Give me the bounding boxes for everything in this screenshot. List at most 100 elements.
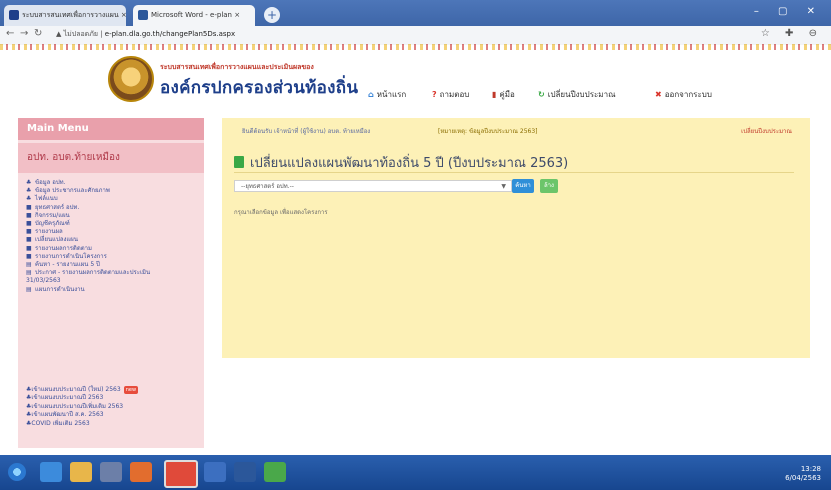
insecure-warning-icon: ▲ (56, 30, 64, 38)
strategy-select-value: --ยุทธศาสตร์ อปท.-- (241, 183, 294, 190)
nav-faq[interactable]: ? ถามตอบ (432, 88, 469, 101)
fiscal-year-note: [หมายเหตุ: ข้อมูลปีงบประมาณ 2563] (438, 128, 538, 135)
chevron-down-icon: ▼ (501, 183, 506, 190)
sitemap-icon: ♣ (26, 179, 32, 186)
bookmark-icon: ■ (26, 236, 32, 244)
sitemap-icon: ♣ (26, 187, 32, 195)
nav-manual[interactable]: ▮ คู่มือ (492, 88, 515, 101)
sidebar-item[interactable]: ▤ ค้นหา - รายงานแผน 5 ปี (26, 261, 204, 269)
bookmark-icon: ■ (26, 228, 32, 236)
sidebar-bottom-list: ♣เข้าแผนงบประมาณปี (ใหม่) 2563 new ♣เข้าแ… (18, 386, 139, 428)
sidebar-item[interactable]: ■ กิจกรรม/แผน (26, 212, 204, 220)
window-controls[interactable]: – ▢ ✕ (754, 6, 823, 17)
windows-taskbar: 13:28 6/04/2563 (0, 455, 831, 490)
sidebar-item[interactable]: ■ รายงานผลการติดตาม (26, 245, 204, 253)
question-icon: ? (432, 90, 437, 99)
bookmark-icon: ■ (26, 203, 32, 211)
change-year-link[interactable]: เปลี่ยนปีงบประมาณ (741, 124, 792, 140)
nav-change-year[interactable]: ↻ เปลี่ยนปีงบประมาณ (538, 88, 616, 101)
document-icon: ▤ (26, 269, 32, 277)
document-icon (234, 156, 244, 168)
word-icon[interactable] (234, 462, 256, 482)
clock-date: 6/04/2563 (785, 474, 821, 482)
site-favicon-icon (9, 10, 19, 20)
document-icon: ▤ (26, 285, 32, 293)
org-subtitle: ระบบสารสนเทศเพื่อการวางแผนและประเมินผลขอ… (160, 63, 314, 71)
sidebar-org-name: อปท. อบต.ท้ายเหมือง (18, 143, 204, 173)
sidebar: Main Menu อปท. อบต.ท้ายเหมือง ♣ ข้อมูล อป… (18, 118, 204, 448)
page-title-text: เปลี่ยนแปลงแผนพัฒนาท้องถิ่น 5 ปี (ปีงบปร… (250, 156, 569, 171)
folder-icon[interactable] (70, 462, 92, 482)
start-button[interactable] (8, 463, 26, 481)
sidebar-item[interactable]: ♣ ข้อมูล อปท. (26, 179, 204, 187)
firefox-icon[interactable] (130, 462, 152, 482)
nav-manual-label: คู่มือ (499, 90, 515, 99)
url-text: e-plan.dla.go.th/changePlan5Ds.aspx (104, 30, 236, 38)
reload-icon[interactable]: ↻ (34, 28, 42, 39)
main-panel: ยินดีต้อนรับ เจ้าหน้าที่ (ผู้ใช้งาน) อบต… (222, 118, 810, 358)
welcome-text: ยินดีต้อนรับ เจ้าหน้าที่ (ผู้ใช้งาน) อบต… (242, 128, 371, 135)
strategy-select[interactable]: --ยุทธศาสตร์ อปท.-- ▼ (234, 180, 512, 192)
nav-logout[interactable]: ✖ ออกจากระบบ (655, 88, 712, 101)
system-tray[interactable]: 13:28 6/04/2563 (785, 465, 821, 483)
sidebar-menu-title: Main Menu (18, 118, 204, 140)
document-icon: ▤ (26, 261, 32, 269)
sidebar-item[interactable]: ■ รายงานการดำเนินโครงการ (26, 253, 204, 261)
address-bar: ← → ↻ ▲ ไม่ปลอดภัย | e-plan.dla.go.th/ch… (0, 26, 831, 45)
sidebar-bottom-item[interactable]: ♣เข้าแผนงบประมาณปี 2563 (26, 394, 138, 402)
search-button[interactable]: ค้นหา (512, 179, 534, 193)
sidebar-item[interactable]: ▤ ประกาศ - รายงานผลการติดตามและประเมิน (26, 269, 204, 277)
bookmark-icon: ■ (26, 220, 32, 228)
sidebar-bottom-item[interactable]: ♣เข้าแผนพัฒนาปี ส.ค. 2563 (26, 411, 138, 419)
browser-actions[interactable]: ☆ ✚ ⊖ (761, 28, 823, 39)
sidebar-menu-list: ♣ ข้อมูล อปท. ♣ ข้อมูล ประชากรและศักยภาพ ♣… (18, 179, 204, 294)
sidebar-item[interactable]: ♣ ไฟล์แนบ (26, 195, 204, 203)
sidebar-item[interactable]: ■ บัญชีครุภัณฑ์ (26, 220, 204, 228)
clock-time: 13:28 (800, 465, 821, 473)
sidebar-bottom-item[interactable]: ♣เข้าแผนงบประมาณปีเพิ่มเติม 2563 (26, 403, 138, 411)
bookmark-icon: ■ (26, 244, 32, 252)
nav-logout-label: ออกจากระบบ (664, 90, 712, 99)
clear-button[interactable]: ล้าง (540, 179, 558, 193)
url-field[interactable]: ▲ ไม่ปลอดภัย | e-plan.dla.go.th/changePl… (56, 28, 235, 40)
nav-faq-label: ถามตอบ (439, 90, 470, 99)
url-security-label: ไม่ปลอดภัย (63, 30, 98, 38)
app-icon[interactable] (204, 462, 226, 482)
book-icon: ▮ (492, 90, 497, 99)
ie-icon[interactable] (40, 462, 62, 482)
close-icon: ✖ (655, 90, 662, 99)
back-icon[interactable]: ← (6, 28, 14, 39)
word-favicon-icon (138, 10, 148, 20)
new-badge: new (123, 386, 139, 395)
browser-tab-strip: ระบบสารสนเทศเพื่อการวางแผน × Microsoft W… (0, 0, 831, 26)
nav-home[interactable]: ⌂ หน้าแรก (368, 88, 406, 101)
nav-change-year-label: เปลี่ยนปีงบประมาณ (547, 90, 616, 99)
bookmark-icon: ■ (26, 211, 32, 219)
instruction-text: กรุณาเลือกข้อมูล เพื่อแสดงโครงการ (234, 209, 328, 216)
org-title: องค์กรปกครองส่วนท้องถิ่น (160, 78, 359, 98)
divider (234, 172, 794, 173)
dla-logo (108, 56, 154, 102)
sidebar-item[interactable]: ▤ แผนการดำเนินงาน (26, 286, 204, 294)
page-title: เปลี่ยนแปลงแผนพัฒนาท้องถิ่น 5 ปี (ปีงบปร… (234, 152, 568, 173)
tab-label: ระบบสารสนเทศเพื่อการวางแผน × (22, 11, 126, 19)
line-icon[interactable] (264, 462, 286, 482)
forward-icon[interactable]: → (20, 28, 28, 39)
sidebar-item[interactable]: ■ ยุทธศาสตร์ อปท. (26, 204, 204, 212)
nav-home-label: หน้าแรก (376, 90, 407, 99)
sitemap-icon: ♣ (26, 195, 32, 203)
chrome-icon[interactable] (164, 460, 198, 488)
new-tab-button[interactable]: + (264, 7, 280, 23)
home-icon: ⌂ (368, 90, 374, 99)
browser-tab-eplan[interactable]: ระบบสารสนเทศเพื่อการวางแผน × (4, 5, 126, 26)
bookmark-icon: ■ (26, 252, 32, 260)
browser-tab-word[interactable]: Microsoft Word - e-plan × (133, 5, 255, 26)
tab-label: Microsoft Word - e-plan × (151, 11, 241, 19)
sidebar-item-date: 31/03/2563 (26, 277, 61, 285)
site-header: ระบบสารสนเทศเพื่อการวางแผนและประเมินผลขอ… (0, 50, 831, 110)
breadcrumb: ยินดีต้อนรับ เจ้าหน้าที่ (ผู้ใช้งาน) อบต… (222, 124, 810, 140)
refresh-icon: ↻ (538, 90, 545, 99)
sidebar-bottom-item[interactable]: ♣COVID เพิ่มเติม 2563 (26, 420, 138, 428)
sidebar-item[interactable]: ■ เปลี่ยนแปลงแผน (26, 236, 204, 244)
media-player-icon[interactable] (100, 462, 122, 482)
